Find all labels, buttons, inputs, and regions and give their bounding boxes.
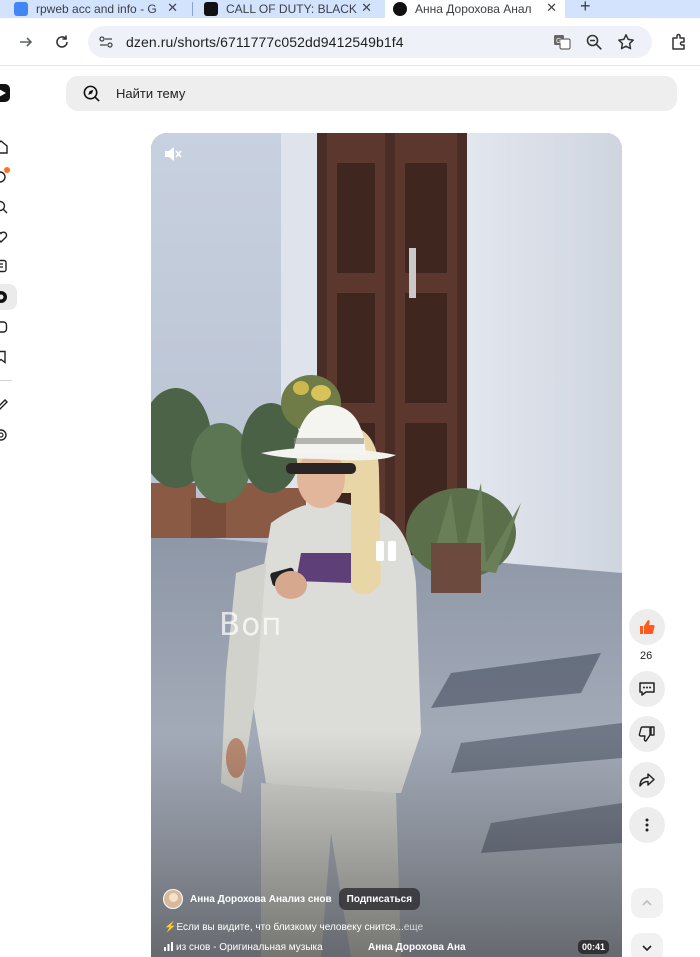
search-placeholder[interactable]: Найти тему bbox=[116, 86, 185, 101]
tab-title: rpweb acc and info - G bbox=[36, 2, 157, 16]
tab-call-of-duty[interactable]: CALL OF DUTY: BLACK ✕ bbox=[204, 0, 380, 18]
shorts-icon[interactable] bbox=[0, 290, 8, 304]
browser-toolbar: dzen.ru/shorts/6711777c052dd9412549b1f4 … bbox=[0, 18, 700, 66]
pause-icon bbox=[376, 541, 384, 561]
subscribe-button[interactable]: Подписаться bbox=[338, 888, 421, 910]
previous-video-button[interactable] bbox=[631, 888, 663, 918]
share-icon bbox=[639, 773, 655, 787]
author-row: Анна Дорохова Анализ снов Подписаться bbox=[163, 888, 421, 910]
share-button[interactable] bbox=[629, 762, 665, 798]
video-icon[interactable] bbox=[0, 320, 8, 334]
music-info[interactable]: из снов - Оригинальная музыка bbox=[164, 942, 323, 953]
tab-docs[interactable]: rpweb acc and info - G ✕ bbox=[14, 0, 186, 18]
close-tab-icon[interactable]: ✕ bbox=[361, 0, 372, 16]
address-bar[interactable]: dzen.ru/shorts/6711777c052dd9412549b1f4 … bbox=[88, 26, 652, 58]
tab-title: CALL OF DUTY: BLACK bbox=[226, 2, 357, 16]
close-tab-icon[interactable]: ✕ bbox=[546, 0, 557, 16]
volume-muted-icon bbox=[165, 147, 182, 161]
svg-text:G: G bbox=[556, 38, 561, 45]
lightning-icon: ⚡ bbox=[164, 922, 177, 933]
articles-icon[interactable] bbox=[0, 259, 8, 273]
comments-button[interactable] bbox=[629, 671, 665, 707]
video-player[interactable]: Воп Анна Дорохова Анализ снов Подписатьс… bbox=[151, 133, 622, 957]
forward-icon[interactable] bbox=[14, 30, 38, 54]
video-overlay-text: Воп bbox=[219, 607, 283, 643]
bookmark-star-icon[interactable] bbox=[616, 32, 636, 52]
topic-search[interactable]: Найти тему bbox=[66, 76, 677, 111]
more-vertical-icon bbox=[645, 818, 649, 832]
new-tab-icon[interactable]: + bbox=[580, 0, 591, 17]
activision-icon bbox=[204, 2, 218, 16]
extensions-icon[interactable] bbox=[667, 30, 691, 54]
pause-icon bbox=[388, 541, 396, 561]
rail-divider bbox=[0, 380, 12, 381]
dzen-logo[interactable] bbox=[0, 84, 10, 102]
notification-dot bbox=[4, 167, 10, 173]
close-tab-icon[interactable]: ✕ bbox=[167, 0, 178, 16]
tab-title: Анна Дорохова Анал bbox=[415, 2, 532, 16]
chevron-up-icon bbox=[642, 899, 652, 906]
description-text: Если вы видите, что близкому человеку сн… bbox=[176, 922, 404, 933]
docs-icon bbox=[14, 2, 28, 16]
translate-icon[interactable]: G bbox=[552, 32, 572, 52]
next-video-button[interactable] bbox=[631, 933, 663, 957]
bookmark-icon[interactable] bbox=[0, 350, 8, 364]
duration-badge: 00:41 bbox=[578, 940, 610, 954]
tab-dzen-active[interactable]: Анна Дорохова Анал ✕ bbox=[385, 0, 565, 18]
home-icon[interactable] bbox=[0, 140, 8, 154]
thumbs-down-icon bbox=[638, 726, 655, 742]
compass-search-icon bbox=[83, 85, 100, 102]
heart-icon[interactable] bbox=[0, 230, 8, 244]
video-description[interactable]: ⚡Если вы видите, что близкому человеку с… bbox=[164, 922, 423, 933]
dislike-button[interactable] bbox=[629, 716, 665, 752]
settings-icon[interactable] bbox=[0, 428, 8, 442]
tab-separator bbox=[192, 2, 193, 16]
more-link[interactable]: еще bbox=[404, 922, 423, 933]
mute-toggle[interactable] bbox=[163, 145, 183, 163]
chevron-down-icon bbox=[642, 945, 652, 952]
like-button[interactable] bbox=[629, 609, 665, 645]
thumbs-up-icon bbox=[640, 620, 655, 634]
reload-icon[interactable] bbox=[50, 30, 74, 54]
site-settings-icon[interactable] bbox=[98, 34, 114, 50]
tab-strip: rpweb acc and info - G ✕ CALL OF DUTY: B… bbox=[0, 0, 700, 18]
search-icon[interactable] bbox=[0, 200, 8, 214]
url-text[interactable]: dzen.ru/shorts/6711777c052dd9412549b1f4 bbox=[126, 34, 404, 50]
studio-icon[interactable] bbox=[0, 398, 8, 412]
dzen-icon bbox=[393, 2, 407, 16]
author-name[interactable]: Анна Дорохова Анализ снов bbox=[190, 894, 332, 905]
comment-icon bbox=[639, 682, 655, 696]
audio-bars-icon bbox=[164, 942, 173, 951]
more-options-button[interactable] bbox=[629, 807, 665, 843]
zoom-icon[interactable] bbox=[584, 32, 604, 52]
music-author[interactable]: Анна Дорохова Ана bbox=[368, 942, 466, 953]
like-count: 26 bbox=[640, 650, 653, 662]
music-title: из снов - Оригинальная музыка bbox=[176, 942, 323, 953]
pause-button[interactable] bbox=[375, 541, 397, 563]
avatar[interactable] bbox=[163, 889, 183, 909]
